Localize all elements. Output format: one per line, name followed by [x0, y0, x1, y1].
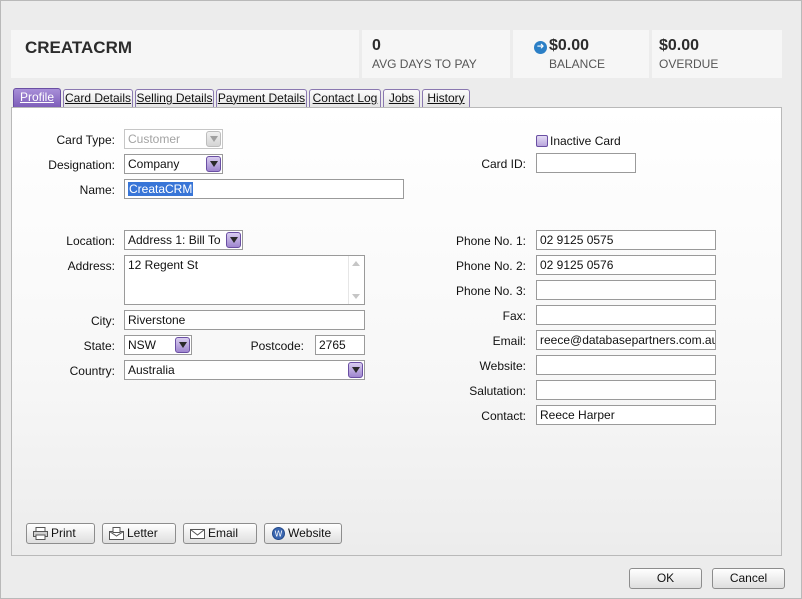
- designation-select[interactable]: Company: [124, 154, 223, 174]
- inactive-card-checkbox[interactable]: [536, 135, 548, 147]
- arrow-right-circle-icon[interactable]: ➜: [534, 41, 547, 54]
- printer-icon: [33, 527, 48, 540]
- print-button[interactable]: Print: [26, 523, 95, 544]
- phone3-input[interactable]: [536, 280, 716, 300]
- chevron-down-icon[interactable]: [206, 156, 221, 172]
- phone2-label: Phone No. 2:: [455, 259, 526, 273]
- envelope-icon: [190, 529, 205, 539]
- overdue-label: OVERDUE: [659, 57, 719, 71]
- scroll-down-icon[interactable]: [352, 294, 360, 299]
- balance-value: $0.00: [549, 37, 590, 54]
- salutation-input[interactable]: [536, 380, 716, 400]
- fax-label: Fax:: [502, 309, 526, 323]
- overdue-value: $0.00: [659, 37, 700, 54]
- avg-days-label: AVG DAYS TO PAY: [372, 57, 477, 71]
- fax-input[interactable]: [536, 305, 716, 325]
- designation-label: Designation:: [48, 158, 115, 172]
- svg-text:W: W: [275, 530, 283, 539]
- city-label: City:: [91, 314, 115, 328]
- letter-icon: [109, 527, 124, 540]
- website-label: Website:: [479, 359, 526, 373]
- state-label: State:: [83, 339, 115, 353]
- tab-contact-log[interactable]: Contact Log: [309, 89, 381, 108]
- balance-label: BALANCE: [549, 57, 606, 71]
- country-select[interactable]: Australia: [124, 360, 365, 380]
- tab-jobs[interactable]: Jobs: [383, 89, 420, 108]
- country-label: Country:: [69, 364, 115, 378]
- card-window: CREATACRM 0 AVG DAYS TO PAY ➜ $0.00 BALA…: [0, 0, 802, 599]
- city-input[interactable]: Riverstone: [124, 310, 365, 330]
- name-label: Name:: [79, 183, 115, 197]
- website-button[interactable]: W Website: [264, 523, 342, 544]
- state-select[interactable]: NSW: [124, 335, 192, 355]
- location-select[interactable]: Address 1: Bill To: [124, 230, 243, 250]
- card-type-label: Card Type:: [56, 133, 115, 147]
- profile-panel: Card Type: Customer Designation: Company…: [11, 107, 782, 556]
- postcode-input[interactable]: 2765: [315, 335, 365, 355]
- company-box: CREATACRM: [11, 30, 359, 78]
- letter-button[interactable]: Letter: [102, 523, 176, 544]
- phone1-label: Phone No. 1:: [455, 234, 526, 248]
- scrollbar-track: [348, 256, 349, 304]
- ok-button[interactable]: OK: [629, 568, 702, 589]
- email-input[interactable]: reece@databasepartners.com.au: [536, 330, 716, 350]
- contact-label: Contact:: [481, 409, 526, 423]
- postcode-label: Postcode:: [250, 339, 304, 353]
- email-label: Email:: [492, 334, 526, 348]
- salutation-label: Salutation:: [469, 384, 526, 398]
- avg-days-box: 0 AVG DAYS TO PAY: [362, 30, 510, 78]
- chevron-down-icon[interactable]: [175, 337, 190, 353]
- scroll-up-icon[interactable]: [352, 261, 360, 266]
- chevron-down-icon[interactable]: [348, 362, 363, 378]
- card-id-input[interactable]: [536, 153, 636, 173]
- tab-selling-details[interactable]: Selling Details: [135, 89, 214, 108]
- chevron-down-icon[interactable]: [226, 232, 241, 248]
- tab-card-details[interactable]: Card Details: [63, 89, 133, 108]
- tab-payment-details[interactable]: Payment Details: [216, 89, 307, 108]
- phone3-label: Phone No. 3:: [455, 284, 526, 298]
- phone1-input[interactable]: 02 9125 0575: [536, 230, 716, 250]
- address-textarea[interactable]: 12 Regent St: [124, 255, 365, 305]
- inactive-card-label: Inactive Card: [550, 134, 621, 148]
- email-button[interactable]: Email: [183, 523, 257, 544]
- cancel-button[interactable]: Cancel: [712, 568, 785, 589]
- address-label: Address:: [67, 259, 115, 273]
- location-label: Location:: [66, 234, 115, 248]
- website-input[interactable]: [536, 355, 716, 375]
- company-title: CREATACRM: [25, 38, 133, 57]
- avg-days-value: 0: [372, 37, 381, 54]
- contact-input[interactable]: Reece Harper: [536, 405, 716, 425]
- phone2-input[interactable]: 02 9125 0576: [536, 255, 716, 275]
- name-input[interactable]: CreataCRM: [124, 179, 404, 199]
- tab-history[interactable]: History: [422, 89, 470, 108]
- card-header: CREATACRM 0 AVG DAYS TO PAY ➜ $0.00 BALA…: [11, 30, 782, 78]
- card-type-select: Customer: [124, 129, 223, 149]
- tab-profile[interactable]: Profile: [13, 88, 61, 108]
- globe-icon: W: [272, 527, 285, 540]
- overdue-box: $0.00 OVERDUE: [652, 30, 782, 78]
- balance-box: ➜ $0.00 BALANCE: [513, 30, 649, 78]
- card-id-label: Card ID:: [481, 157, 526, 171]
- chevron-down-icon: [206, 131, 221, 147]
